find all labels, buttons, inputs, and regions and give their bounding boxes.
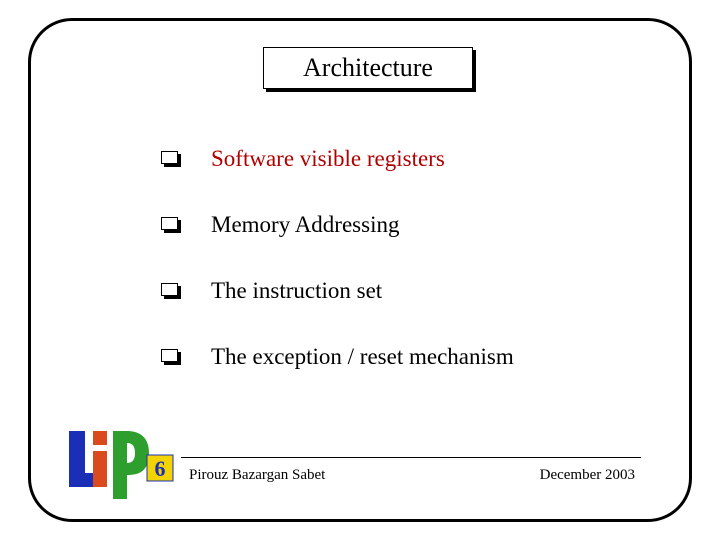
list-item: The exception / reset mechanism [161,344,641,370]
bullet-text: The instruction set [211,278,382,304]
list-item: Memory Addressing [161,212,641,238]
bullet-text: Software visible registers [211,146,445,172]
bullet-list: Software visible registers Memory Addres… [161,146,641,410]
list-item: The instruction set [161,278,641,304]
slide-frame: Architecture Software visible registers … [28,18,692,522]
footer-author: Pirouz Bazargan Sabet [189,467,325,484]
footer-divider [181,457,641,458]
lip6-logo: 6 [65,425,175,505]
logo-digit: 6 [155,456,166,481]
bullet-text: Memory Addressing [211,212,399,238]
title-box: Architecture [263,47,473,89]
bullet-icon [161,217,181,233]
bullet-text: The exception / reset mechanism [211,344,514,370]
bullet-icon [161,283,181,299]
bullet-icon [161,151,181,167]
footer-date: December 2003 [540,467,635,484]
list-item: Software visible registers [161,146,641,172]
slide-title: Architecture [303,53,433,83]
bullet-icon [161,349,181,365]
